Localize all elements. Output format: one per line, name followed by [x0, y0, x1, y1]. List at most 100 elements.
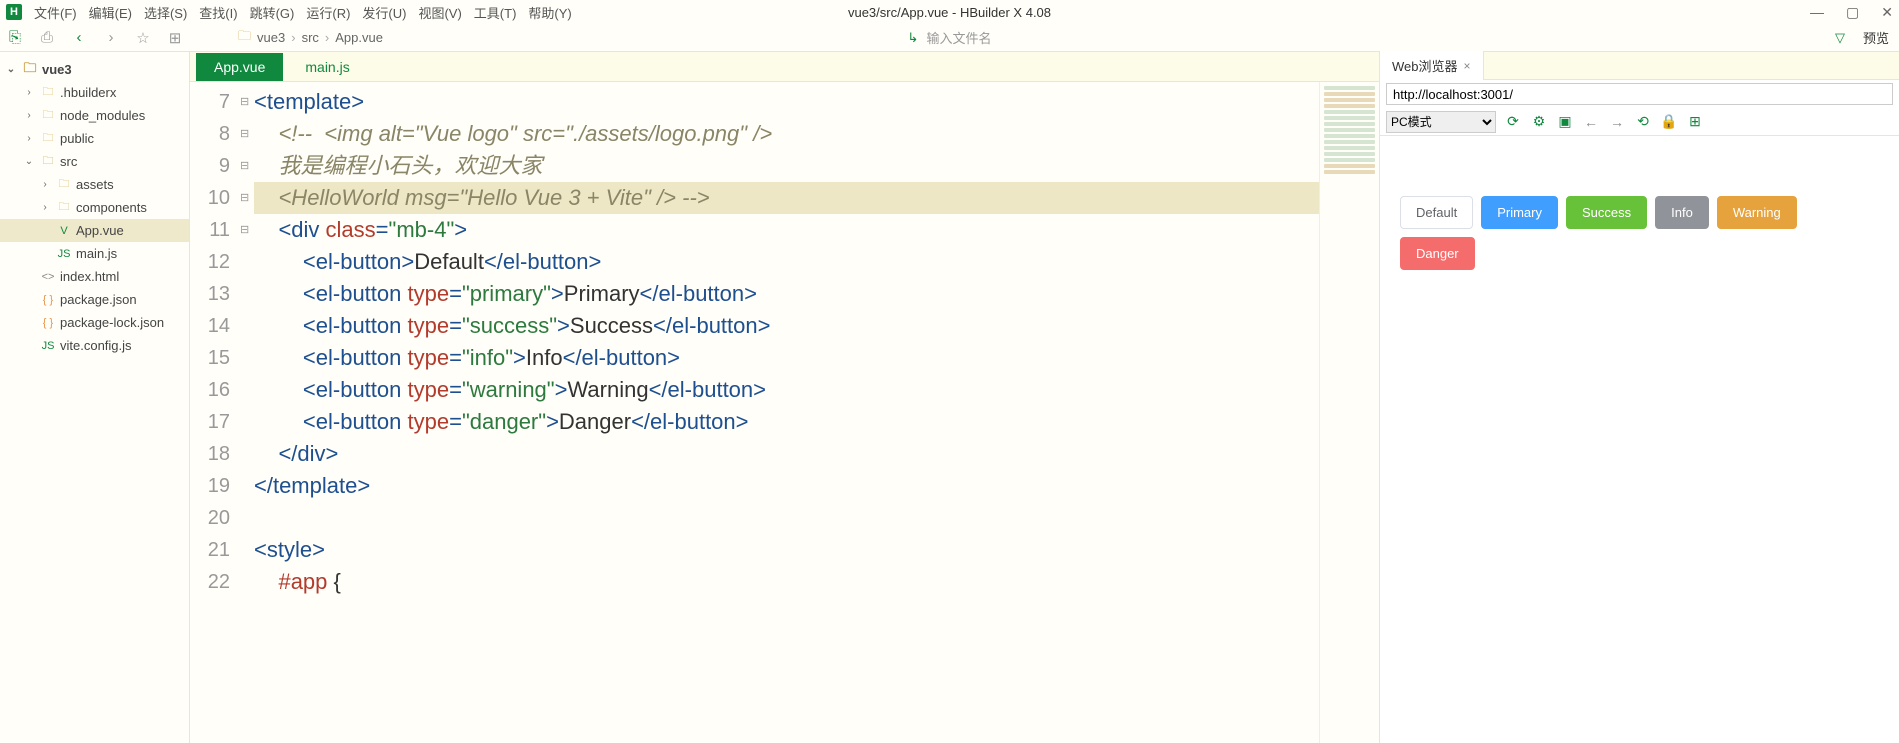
filter-icon[interactable]: ▽: [1835, 30, 1845, 46]
menubar: H 文件(F) 编辑(E) 选择(S) 查找(I) 跳转(G) 运行(R) 发行(U) 视图(…: [0, 0, 1899, 24]
vue-icon: V: [56, 225, 72, 237]
web-browser-panel: Web浏览器 × PC模式 ⟳ ⚙ ▣ ← → ⟲ 🔒 ⊞ DefaultPri…: [1379, 52, 1899, 743]
nav-forward-icon[interactable]: ›: [102, 29, 120, 47]
tree-label: index.html: [60, 269, 119, 284]
chevron-icon: ›: [38, 179, 52, 190]
browser-tab[interactable]: Web浏览器 ×: [1380, 51, 1484, 80]
breadcrumb: 🗀 vue3 › src › App.vue: [238, 27, 383, 49]
tree-label: main.js: [76, 246, 117, 261]
tree-item[interactable]: ›🗀node_modules: [0, 104, 189, 127]
tree-item[interactable]: <> index.html: [0, 265, 189, 288]
preview-button-default[interactable]: Default: [1400, 196, 1473, 229]
line-gutter: 78910111213141516171819202122: [190, 82, 240, 743]
chevron-icon: ›: [22, 133, 36, 144]
mode-select[interactable]: PC模式: [1386, 111, 1496, 133]
editor-tabs: App.vuemain.js: [190, 52, 1379, 82]
breadcrumb-part[interactable]: App.vue: [335, 30, 383, 45]
minimap[interactable]: [1319, 82, 1379, 743]
fold-column[interactable]: ⊟⊟⊟⊟⊟: [240, 82, 254, 743]
preview-button-success[interactable]: Success: [1566, 196, 1647, 229]
menu-item[interactable]: 发行(U): [362, 3, 406, 22]
menu-item[interactable]: 帮助(Y): [528, 3, 571, 22]
json-icon: { }: [40, 317, 56, 329]
chevron-icon: ›: [22, 110, 36, 121]
html-icon: <>: [40, 271, 56, 283]
tree-label: App.vue: [76, 223, 124, 238]
json-icon: { }: [40, 294, 56, 306]
chevron-icon: ›: [22, 87, 36, 98]
close-tab-icon[interactable]: ×: [1464, 59, 1471, 73]
close-icon[interactable]: ✕: [1881, 4, 1893, 21]
explorer-icon[interactable]: ⊞: [166, 29, 184, 47]
tree-item[interactable]: JS main.js: [0, 242, 189, 265]
preview-button-primary[interactable]: Primary: [1481, 196, 1558, 229]
tree-item[interactable]: ›🗀components: [0, 196, 189, 219]
tree-label: assets: [76, 177, 114, 192]
tree-item[interactable]: { }package.json: [0, 288, 189, 311]
menu-item[interactable]: 视图(V): [418, 3, 461, 22]
tree-item[interactable]: { } package-lock.json: [0, 311, 189, 334]
tree-item[interactable]: JS vite.config.js: [0, 334, 189, 357]
file-explorer[interactable]: ⌄ 🗀 vue3 ›🗀.hbuilderx›🗀node_modules›🗀pub…: [0, 52, 190, 743]
tree-item[interactable]: V App.vue: [0, 219, 189, 242]
url-input[interactable]: [1386, 83, 1893, 105]
forward-icon[interactable]: →: [1608, 114, 1626, 130]
preview-button-warning[interactable]: Warning: [1717, 196, 1797, 229]
browser-viewport: DefaultPrimarySuccessInfoWarning Danger: [1380, 136, 1899, 743]
menu-item[interactable]: 跳转(G): [250, 3, 295, 22]
folder-icon: 🗀: [40, 106, 56, 125]
file-search[interactable]: ↳ 输入文件名: [908, 28, 992, 47]
window-title: vue3/src/App.vue - HBuilder X 4.08: [848, 5, 1051, 20]
star-icon[interactable]: ☆: [134, 29, 152, 47]
tree-item[interactable]: ›🗀public: [0, 127, 189, 150]
project-root[interactable]: ⌄ 🗀 vue3: [0, 58, 189, 81]
folder-open-icon: 🗀: [40, 152, 56, 171]
toolbar: ⎘ ⎙ ‹ › ☆ ⊞ 🗀 vue3 › src › App.vue ↳ 输入文…: [0, 24, 1899, 52]
menu-item[interactable]: 查找(I): [199, 3, 237, 22]
tree-label: vite.config.js: [60, 338, 132, 353]
minimize-icon[interactable]: —: [1810, 4, 1824, 21]
search-placeholder: 输入文件名: [926, 28, 991, 47]
back-icon[interactable]: ←: [1582, 114, 1600, 130]
lock-icon[interactable]: 🔒: [1660, 113, 1678, 130]
chevron-icon: ⌄: [22, 156, 36, 167]
preview-button-info[interactable]: Info: [1655, 196, 1709, 229]
tree-item[interactable]: › 🗀 .hbuilderx: [0, 81, 189, 104]
app-logo-icon: H: [6, 4, 22, 20]
breadcrumb-part[interactable]: src: [302, 30, 319, 45]
editor-tab[interactable]: App.vue: [196, 53, 283, 81]
tree-label: src: [60, 154, 77, 169]
maximize-icon[interactable]: ▢: [1846, 4, 1859, 21]
tree-label: package-lock.json: [60, 315, 164, 330]
tree-item[interactable]: › 🗀 assets: [0, 173, 189, 196]
tree-item[interactable]: ⌄ 🗀 src: [0, 150, 189, 173]
code-area[interactable]: <template> <!-- <img alt="Vue logo" src=…: [254, 82, 1319, 743]
goto-icon: ↳: [908, 30, 919, 46]
code-editor[interactable]: 78910111213141516171819202122 ⊟⊟⊟⊟⊟ <tem…: [190, 82, 1379, 743]
folder-icon: 🗀: [56, 175, 72, 194]
folder-icon: 🗀: [40, 83, 56, 102]
refresh-icon[interactable]: ⟲: [1634, 113, 1652, 130]
nav-back-icon[interactable]: ‹: [70, 29, 88, 47]
screenshot-icon[interactable]: ▣: [1556, 113, 1574, 130]
preview-button[interactable]: 预览: [1863, 28, 1889, 47]
chevron-right-icon: ›: [291, 30, 295, 45]
menu-item[interactable]: 运行(R): [306, 3, 350, 22]
js-icon: JS: [56, 248, 72, 260]
settings-icon[interactable]: ⚙: [1530, 113, 1548, 130]
menu-item[interactable]: 工具(T): [474, 3, 517, 22]
folder-icon: 🗀: [238, 27, 251, 49]
grid-icon[interactable]: ⊞: [1686, 113, 1704, 130]
menu-item[interactable]: 文件(F): [34, 3, 77, 22]
js-icon: JS: [40, 340, 56, 352]
save-icon[interactable]: ⎙: [38, 29, 56, 47]
editor-tab[interactable]: main.js: [287, 53, 367, 81]
new-file-icon[interactable]: ⎘: [6, 29, 24, 47]
preview-button-danger[interactable]: Danger: [1400, 237, 1475, 270]
menu-item[interactable]: 选择(S): [144, 3, 187, 22]
device-icon[interactable]: ⟳: [1504, 113, 1522, 130]
menu-item[interactable]: 编辑(E): [89, 3, 132, 22]
tree-label: .hbuilderx: [60, 85, 116, 100]
breadcrumb-part[interactable]: vue3: [257, 30, 285, 45]
folder-icon: 🗀: [40, 129, 56, 148]
